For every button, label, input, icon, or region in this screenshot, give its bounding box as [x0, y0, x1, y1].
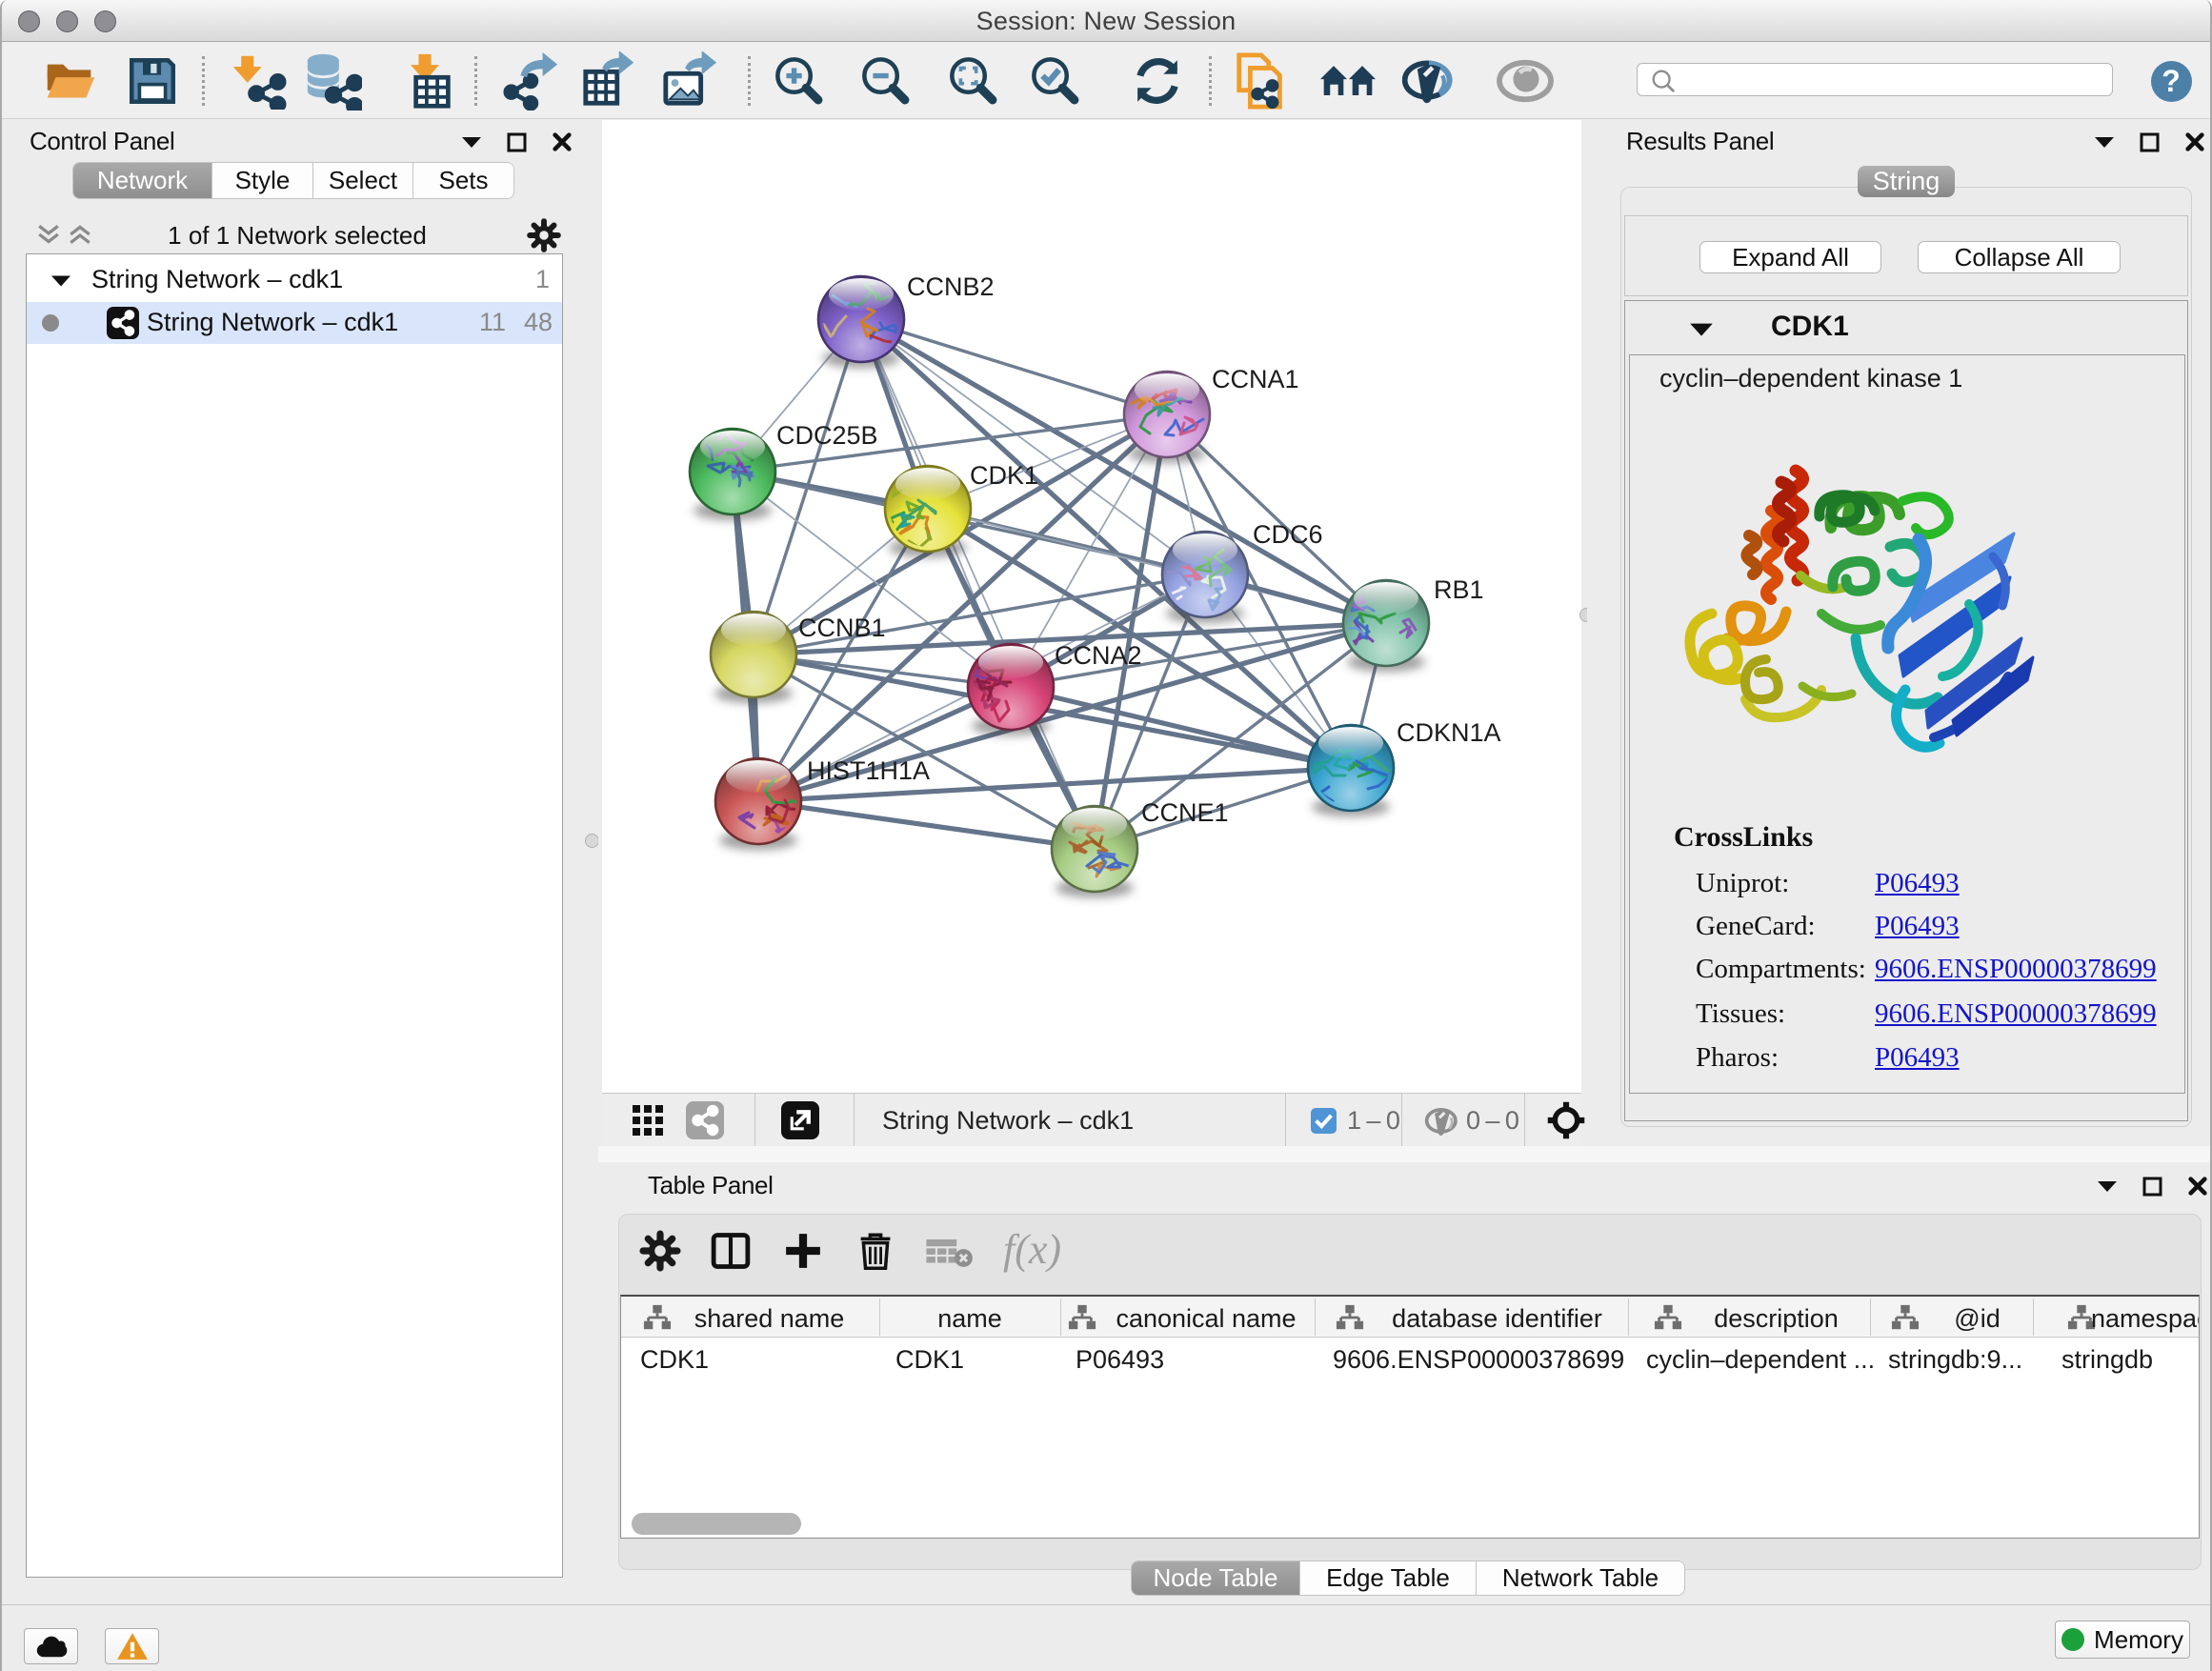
svg-text:CDC6: CDC6 [1253, 520, 1323, 549]
svg-text:HIST1H1A: HIST1H1A [807, 756, 930, 785]
svg-text:CDKN1A: CDKN1A [1397, 718, 1501, 747]
svg-text:CCNA1: CCNA1 [1212, 365, 1299, 393]
svg-text:RB1: RB1 [1434, 575, 1484, 604]
svg-text:CCNA2: CCNA2 [1055, 641, 1142, 670]
svg-text:CCNB2: CCNB2 [907, 272, 995, 301]
svg-text:CCNB1: CCNB1 [798, 614, 886, 642]
svg-text:CDC25B: CDC25B [776, 421, 878, 450]
svg-text:CCNE1: CCNE1 [1141, 798, 1229, 827]
svg-text:CDK1: CDK1 [970, 461, 1038, 490]
